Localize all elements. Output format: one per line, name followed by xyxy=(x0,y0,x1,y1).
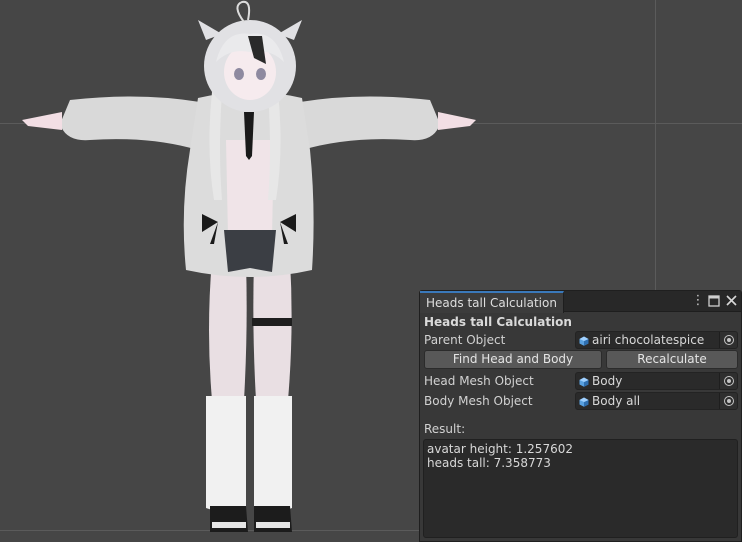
parent-object-field[interactable]: airi chocolatespice xyxy=(575,331,738,349)
maximize-icon[interactable] xyxy=(707,294,721,308)
avatar-right-leg xyxy=(253,260,292,400)
avatar-left-legwarmer xyxy=(206,396,246,512)
find-head-and-body-button[interactable]: Find Head and Body xyxy=(424,350,602,369)
avatar-right-hand xyxy=(438,112,476,130)
gameobject-cube-icon xyxy=(579,397,589,407)
result-label: Result: xyxy=(424,422,466,436)
avatar-left-eye xyxy=(234,68,244,80)
head-mesh-object-value: Body xyxy=(592,374,623,388)
body-mesh-object-field[interactable]: Body all xyxy=(575,392,738,410)
head-mesh-object-label: Head Mesh Object xyxy=(424,374,534,388)
gameobject-cube-icon xyxy=(579,377,589,387)
avatar-right-legwarmer xyxy=(254,396,292,512)
result-text-area[interactable]: avatar height: 1.257602 heads tall: 7.35… xyxy=(423,439,738,538)
object-picker-icon xyxy=(724,376,734,386)
avatar-ahoge xyxy=(236,0,251,23)
kebab-menu-icon[interactable]: ⋮ xyxy=(691,294,705,308)
window-titlebar: Heads tall Calculation ⋮ xyxy=(420,291,741,313)
avatar-right-eye xyxy=(256,68,266,80)
heads-tall-calculation-window: Heads tall Calculation ⋮ Heads tall Calc… xyxy=(419,290,742,542)
result-heads-tall: heads tall: 7.358773 xyxy=(427,456,551,470)
close-icon[interactable] xyxy=(724,294,738,308)
head-mesh-object-field[interactable]: Body xyxy=(575,372,738,390)
avatar-left-shoe xyxy=(210,506,248,532)
object-picker-icon xyxy=(724,335,734,345)
avatar-left-shoe-sole xyxy=(212,522,246,528)
panel-heading: Heads tall Calculation xyxy=(424,315,572,329)
avatar-left-sleeve xyxy=(60,96,200,150)
tab-heads-tall-calculation[interactable]: Heads tall Calculation xyxy=(420,291,564,313)
body-mesh-object-label: Body Mesh Object xyxy=(424,394,533,408)
avatar-shorts xyxy=(224,230,276,272)
result-avatar-height: avatar height: 1.257602 xyxy=(427,442,573,456)
avatar-thigh-strap xyxy=(252,318,292,326)
recalculate-button[interactable]: Recalculate xyxy=(606,350,738,369)
object-picker-button[interactable] xyxy=(719,332,737,348)
body-mesh-object-value: Body all xyxy=(592,394,641,408)
parent-object-label: Parent Object xyxy=(424,333,506,347)
avatar-left-leg xyxy=(209,260,247,400)
parent-object-value: airi chocolatespice xyxy=(592,333,705,347)
object-picker-button[interactable] xyxy=(719,393,737,409)
avatar-right-sleeve xyxy=(300,96,440,150)
gameobject-cube-icon xyxy=(579,336,589,346)
avatar-right-shoe xyxy=(254,506,292,532)
object-picker-icon xyxy=(724,396,734,406)
avatar-left-hand xyxy=(22,112,62,130)
avatar-right-shoe-sole xyxy=(256,522,290,528)
object-picker-button[interactable] xyxy=(719,373,737,389)
